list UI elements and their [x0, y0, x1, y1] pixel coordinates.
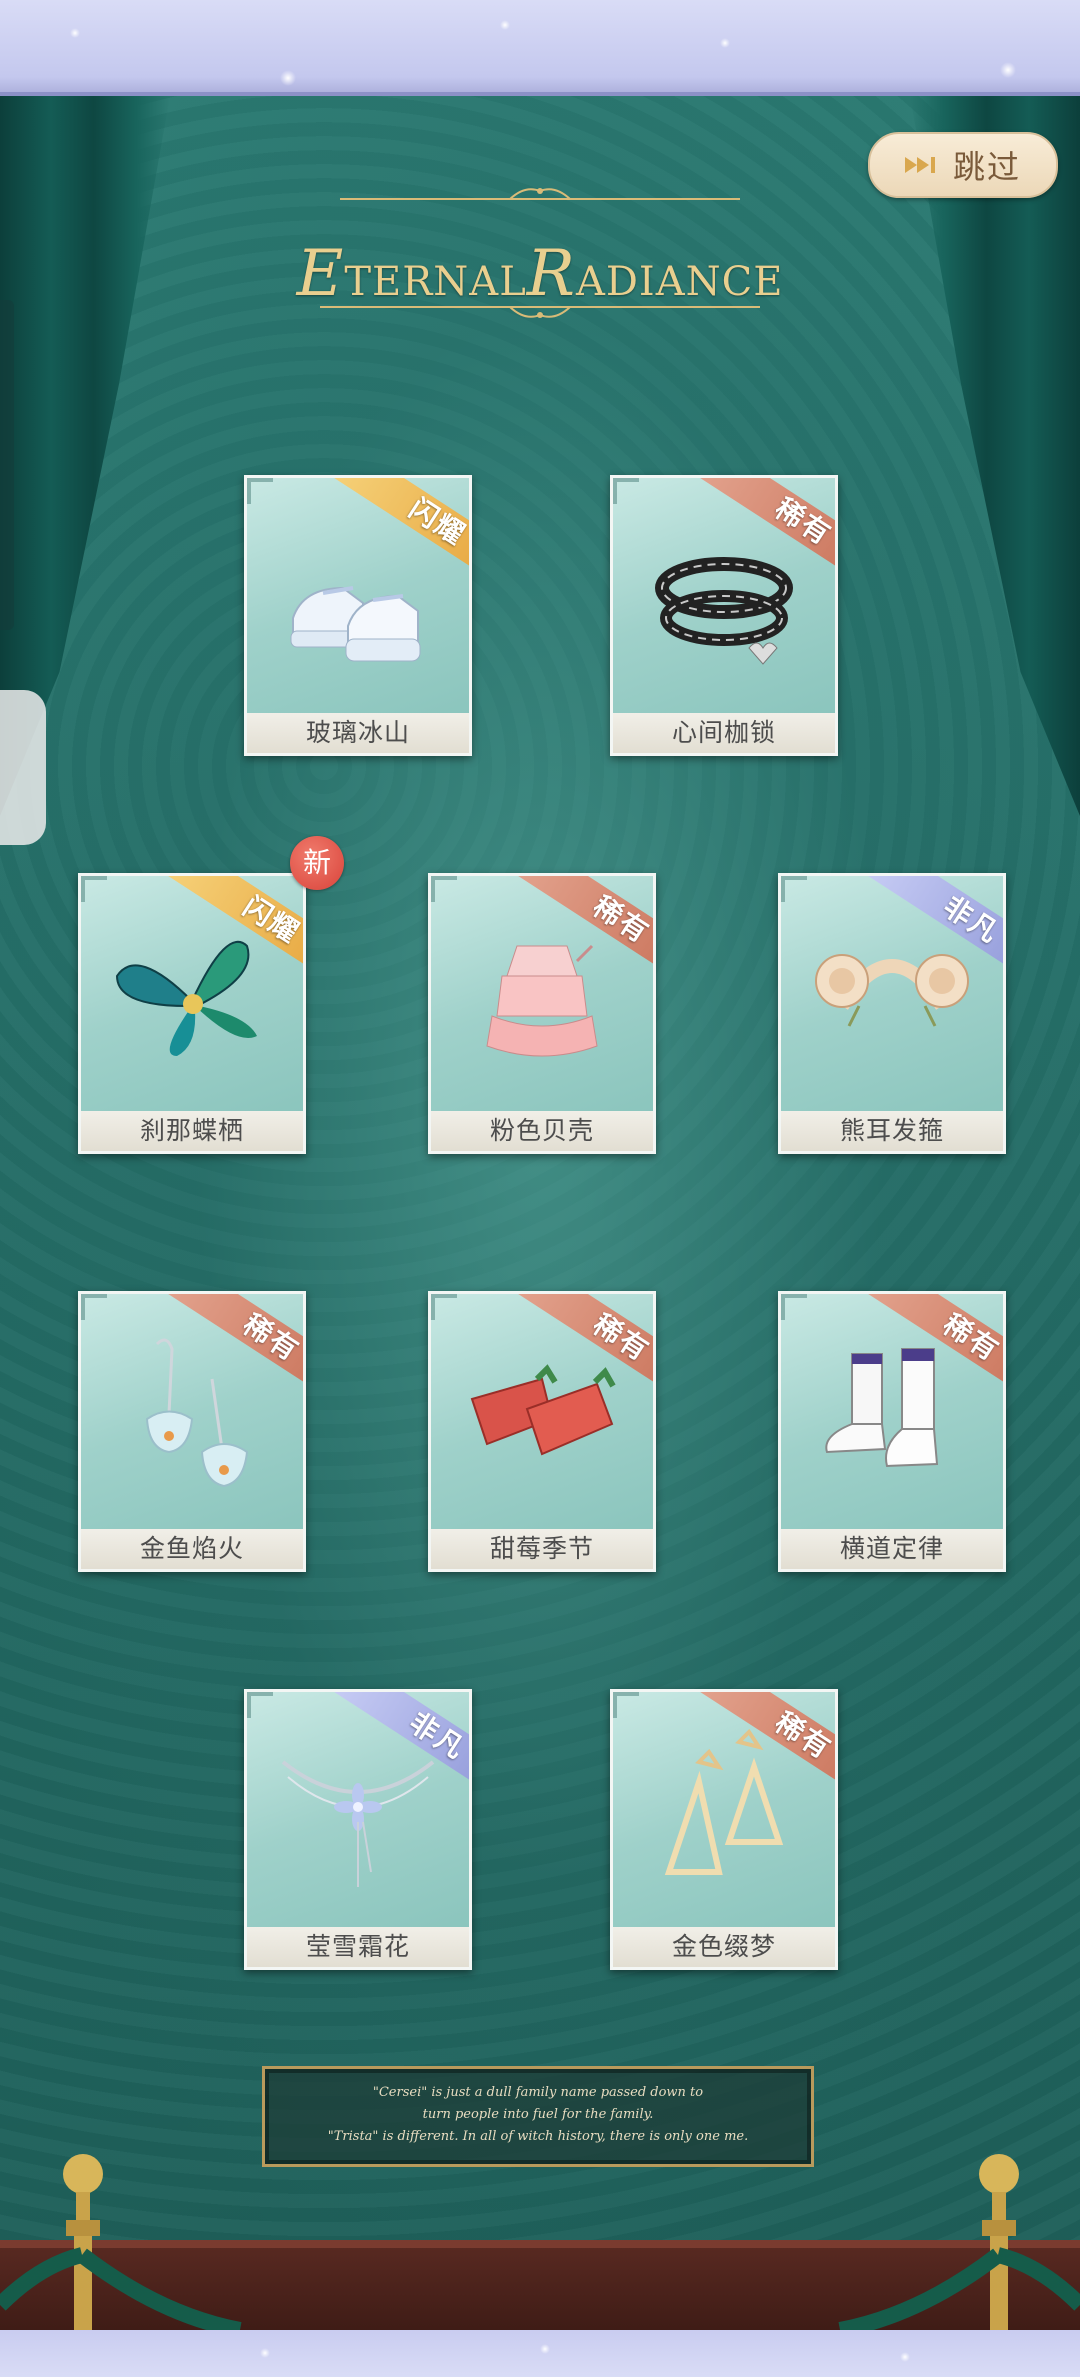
bottom-decor-band — [0, 2330, 1080, 2377]
new-badge: 新 — [290, 836, 344, 890]
item-name: 横道定律 — [781, 1529, 1003, 1569]
skip-button[interactable]: 跳过 — [868, 132, 1058, 198]
sparkle-decoration — [720, 38, 730, 48]
bear-ear-headband-icon — [815, 954, 969, 1027]
stage-background — [0, 96, 1080, 2330]
item-card-golden-dream[interactable]: 稀有 金色缀梦 — [610, 1689, 838, 1970]
item-card-strawberry-season[interactable]: 稀有 甜莓季节 — [428, 1291, 656, 1572]
item-card-goldfish-fireworks[interactable]: 稀有 金鱼焰火 — [78, 1291, 306, 1572]
white-boots-icon — [825, 1348, 939, 1468]
sparkle-decoration — [1000, 62, 1016, 78]
chain-bracelet-icon — [655, 557, 793, 665]
item-name: 刹那蝶栖 — [81, 1111, 303, 1151]
fast-forward-icon — [904, 155, 939, 175]
item-card-fleeting-butterfly[interactable]: 闪耀 刹那蝶栖 — [78, 873, 306, 1154]
item-card-crosswalk-law[interactable]: 稀有 横道定律 — [778, 1291, 1006, 1572]
banner-title-text: ETERNALRADIANCE — [296, 237, 784, 311]
butterfly-hairpin-icon — [115, 940, 257, 1056]
item-name: 金鱼焰火 — [81, 1529, 303, 1569]
pink-top-icon — [486, 944, 598, 1057]
side-drawer-handle[interactable] — [0, 690, 46, 845]
velvet-rope-icon — [0, 2247, 1080, 2330]
quote-plaque: "Cersei" is just a dull family name pass… — [262, 2066, 814, 2167]
sparkle-decoration — [260, 2348, 270, 2358]
quote-line: "Trista" is different. In all of witch h… — [327, 2129, 749, 2144]
item-name: 玻璃冰山 — [247, 713, 469, 753]
flower-choker-icon — [281, 1760, 435, 1887]
item-card-heart-shackles[interactable]: 稀有 心间枷锁 — [610, 475, 838, 756]
sparkle-decoration — [70, 28, 80, 38]
quote-line: turn people into fuel for the family. — [422, 2107, 654, 2122]
goldfish-earrings-icon — [145, 1338, 249, 1488]
strawberry-socks-icon — [470, 1364, 616, 1456]
banner-title: ETERNALRADIANCE — [290, 185, 790, 345]
item-card-glass-iceberg[interactable]: 闪耀 玻璃冰山 — [244, 475, 472, 756]
top-decor-band — [0, 0, 1080, 96]
platform-sneakers-icon — [290, 586, 421, 662]
sparkle-decoration — [500, 20, 510, 30]
item-name: 粉色贝壳 — [431, 1111, 653, 1151]
skip-label: 跳过 — [952, 148, 1021, 186]
item-card-pink-shell[interactable]: 稀有 粉色贝壳 — [428, 873, 656, 1154]
item-name: 金色缀梦 — [613, 1927, 835, 1967]
top-ornament-icon — [340, 188, 740, 200]
item-name: 莹雪霜花 — [247, 1927, 469, 1967]
item-name: 甜莓季节 — [431, 1529, 653, 1569]
bottom-ornament-icon — [320, 306, 760, 318]
triangle-earrings-icon — [664, 1728, 784, 1875]
item-name: 心间枷锁 — [613, 713, 835, 753]
sparkle-decoration — [540, 2344, 550, 2354]
quote-line: "Cersei" is just a dull family name pass… — [372, 2085, 704, 2100]
sparkle-decoration — [900, 2352, 910, 2362]
side-panel-edge — [0, 300, 14, 630]
item-name: 熊耳发箍 — [781, 1111, 1003, 1151]
item-card-snow-frost-flower[interactable]: 非凡 莹雪霜花 — [244, 1689, 472, 1970]
item-card-bear-ear-headband[interactable]: 非凡 熊耳发箍 — [778, 873, 1006, 1154]
sparkle-decoration — [280, 70, 296, 86]
